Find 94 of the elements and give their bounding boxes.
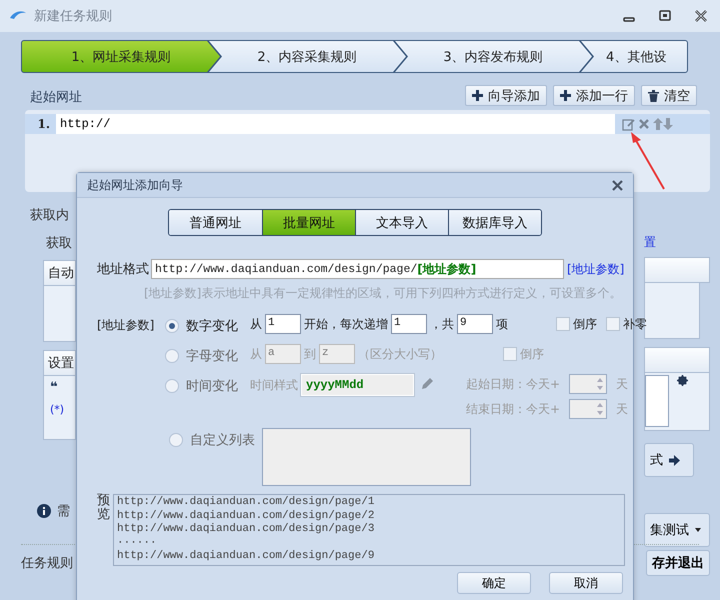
toolbar-button[interactable]: 添加一行 — [553, 85, 635, 106]
day-unit: 天 — [616, 400, 628, 418]
date-label: 起始日期：今天+ — [466, 376, 562, 392]
tab[interactable]: 普通网址 — [169, 210, 262, 235]
delete-icon[interactable] — [639, 119, 649, 129]
custom-list-field[interactable] — [262, 428, 471, 486]
step-field[interactable]: 1 — [391, 314, 427, 334]
checkbox-label: 倒序 — [520, 346, 544, 362]
option-label: 数字变化 — [186, 318, 238, 335]
url-format-field[interactable]: http://www.daqianduan.com/design/page/[地址参数] — [151, 259, 564, 279]
close-icon[interactable] — [694, 9, 708, 23]
count-label: ，共 — [430, 316, 454, 332]
checkbox-label: 补零 — [623, 316, 647, 332]
trash-icon — [648, 90, 659, 102]
url-field[interactable]: http:// — [56, 114, 615, 134]
from-label: 从 — [250, 316, 262, 332]
panel-header: 设置 — [43, 350, 76, 376]
window-title: 新建任务规则 — [34, 8, 113, 25]
checkbox[interactable] — [503, 347, 517, 361]
unit-label: 项 — [496, 316, 508, 332]
step-tab[interactable]: 2、内容采集规则 — [208, 41, 406, 72]
footer-label: 任务规则 — [21, 555, 73, 572]
preview-line: http://www.daqianduan.com/design/page/9 — [117, 550, 376, 564]
settings-link[interactable]: 置 — [644, 234, 710, 251]
date-label: 结束日期：今天+ — [466, 400, 562, 418]
toolbar-button[interactable]: 清空 — [641, 85, 697, 106]
time-format-label: 时间样式 — [250, 377, 298, 394]
day-spinner[interactable] — [569, 399, 607, 419]
row-number: 1. — [36, 117, 51, 131]
info-icon — [37, 504, 51, 518]
count-field[interactable]: 9 — [457, 314, 493, 334]
dialog-button[interactable]: 取消 — [549, 572, 623, 594]
plus-icon — [472, 90, 483, 101]
radio-button[interactable] — [169, 433, 183, 447]
to-field[interactable]: z — [319, 344, 355, 364]
preview-line: http://www.daqianduan.com/design/page/1 — [117, 496, 376, 510]
step-tab[interactable]: 3、内容发布规则 — [394, 41, 592, 72]
section-title: 起始网址 — [30, 89, 83, 106]
day-unit: 天 — [616, 376, 628, 392]
tab[interactable]: 文本导入 — [355, 210, 448, 235]
up-down-arrows-icon[interactable] — [653, 118, 673, 130]
checkbox[interactable] — [606, 317, 620, 331]
radio-button[interactable] — [165, 379, 179, 393]
next-button[interactable]: 式 — [644, 443, 694, 477]
close-icon[interactable] — [612, 180, 623, 190]
panel-header: 自动 — [43, 260, 76, 286]
dialog-button[interactable]: 确定 — [457, 572, 531, 594]
radio-button[interactable] — [165, 319, 179, 333]
app-logo-icon — [10, 11, 26, 21]
wildcard-text: (*) — [50, 403, 66, 416]
from-field[interactable]: a — [265, 344, 301, 364]
preview-label: 预览 — [97, 494, 110, 524]
save-exit-button[interactable]: 存并退出 — [646, 550, 710, 576]
panel-body — [43, 286, 76, 342]
param-label: [地址参数] — [97, 317, 156, 334]
option-label: 时间变化 — [186, 378, 238, 395]
gear-icon[interactable] — [677, 375, 688, 386]
tab[interactable]: 批量网址 — [262, 210, 355, 235]
format-label: 地址格式 — [97, 261, 148, 278]
start-field[interactable]: 1 — [265, 314, 301, 334]
step-tab[interactable]: 4、其他设 — [580, 41, 687, 72]
test-button[interactable]: 集测试 — [644, 513, 710, 547]
panel-header — [644, 257, 710, 283]
checkbox-label: 倒序 — [573, 316, 597, 332]
quote-mark: ❝ — [50, 380, 59, 395]
time-format-field[interactable]: yyyyMMdd — [301, 374, 414, 396]
plus-icon — [560, 90, 571, 101]
info-text: 需 — [57, 503, 70, 520]
caret-icon — [695, 528, 701, 532]
checkbox[interactable] — [556, 317, 570, 331]
option-label: 自定义列表 — [190, 432, 255, 449]
section-title: 获取内 — [30, 207, 70, 224]
param-link[interactable]: [地址参数] — [567, 260, 624, 278]
preview-line: http://www.daqianduan.com/design/page/3 — [117, 523, 376, 536]
toolbar-button[interactable]: 向导添加 — [465, 85, 547, 106]
step-tab[interactable]: 1、网址采集规则 — [22, 41, 220, 72]
pencil-icon[interactable] — [421, 378, 433, 390]
edit-icon[interactable] — [622, 118, 635, 130]
preview-line: http://www.daqianduan.com/design/page/2 — [117, 510, 376, 523]
preview-line: ······ — [117, 536, 158, 550]
radio-button[interactable] — [165, 349, 179, 363]
list-field[interactable] — [645, 375, 669, 427]
dialog-title: 起始网址添加向导 — [87, 176, 184, 194]
hint-text: [地址参数]表示地址中具有一定规律性的区域，可用下列四种方式进行定义，可设置多个。 — [144, 285, 622, 302]
day-spinner[interactable] — [569, 374, 607, 394]
from-label: 从 — [250, 346, 262, 362]
case-note: （区分大小写） — [358, 346, 442, 362]
arrow-right-icon — [669, 454, 680, 466]
option-label: 字母变化 — [186, 348, 238, 365]
tab[interactable]: 数据库导入 — [448, 210, 541, 235]
step-label: 开始，每次递增 — [304, 316, 388, 332]
maximize-icon[interactable] — [658, 9, 672, 23]
method-label: 获取 — [46, 235, 73, 252]
to-label: 到 — [304, 346, 316, 362]
